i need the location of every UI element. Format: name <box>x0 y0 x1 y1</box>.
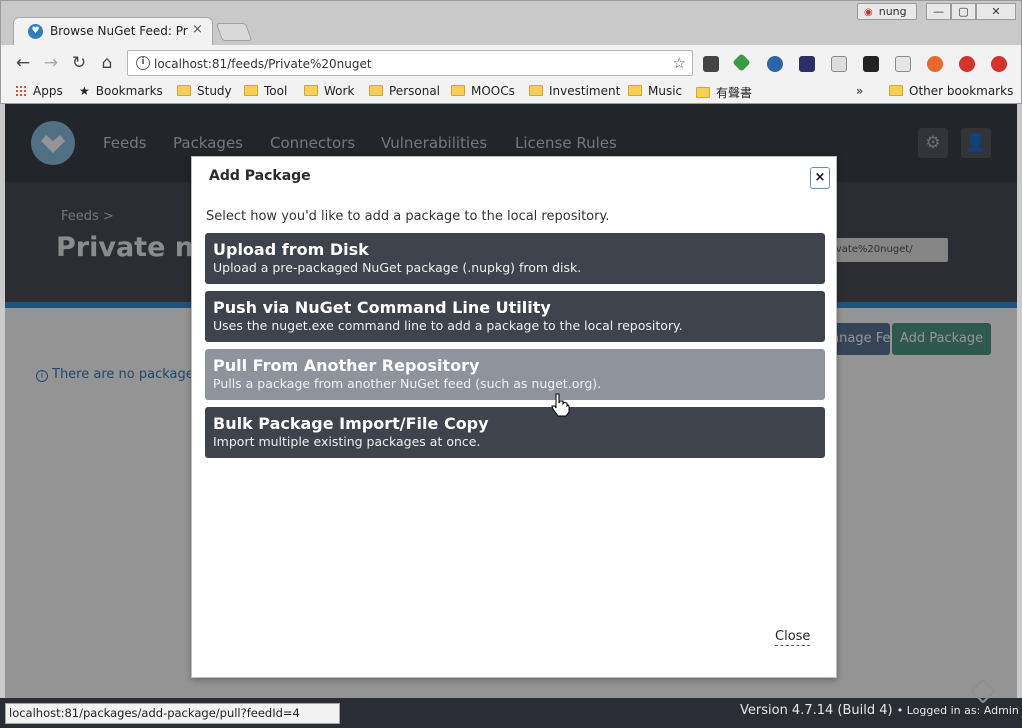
bookmark-folder-tool[interactable]: Tool <box>244 84 287 98</box>
bookmark-folder-moocs[interactable]: MOOCs <box>451 84 515 98</box>
logged-in-text: • Logged in as: Admin <box>896 704 1019 717</box>
bookmark-other-bookmarks[interactable]: Other bookmarks <box>889 84 1013 98</box>
apps-grid-icon <box>15 85 27 97</box>
forward-arrow-icon[interactable]: → <box>41 53 61 73</box>
folder-icon <box>244 85 258 96</box>
option-upload-from-disk[interactable]: Upload from Disk Upload a pre-packaged N… <box>205 233 825 284</box>
profile-name: nung <box>878 5 907 18</box>
option-description: Upload a pre-packaged NuGet package (.nu… <box>213 260 582 275</box>
option-description: Uses the nuget.exe command line to add a… <box>213 318 683 333</box>
bookmark-folder-investiment[interactable]: Investiment <box>529 84 620 98</box>
minimize-button[interactable]: — <box>926 3 951 20</box>
modal-close-link[interactable]: Close <box>775 629 811 646</box>
pocket-extension-icon[interactable] <box>703 56 719 72</box>
option-title: Pull From Another Repository <box>213 356 480 375</box>
extension-up-arrow-icon[interactable] <box>991 56 1007 72</box>
bookmarks-overflow-chevron-icon[interactable]: » <box>856 84 863 98</box>
bookmark-folder-audiobooks[interactable]: 有聲書 <box>696 84 752 101</box>
extension-orange-icon[interactable] <box>927 56 943 72</box>
option-description: Pulls a package from another NuGet feed … <box>213 376 602 391</box>
back-arrow-icon[interactable]: ← <box>13 53 33 73</box>
extension-red-icon[interactable] <box>959 56 975 72</box>
bookmark-folder-personal[interactable]: Personal <box>369 84 440 98</box>
folder-icon <box>889 85 903 96</box>
site-info-icon[interactable]: i <box>136 56 150 70</box>
bookmark-star-icon[interactable]: ☆ <box>673 54 686 72</box>
option-title: Upload from Disk <box>213 240 369 259</box>
version-info: Version 4.7.14 (Build 4) • Logged in as:… <box>740 703 1019 718</box>
bookmark-folder-work[interactable]: Work <box>304 84 354 98</box>
folder-icon <box>304 85 318 96</box>
modal-subtitle: Select how you'd like to add a package t… <box>206 209 610 224</box>
browser-chrome: ♥ Browse NuGet Feed: Private nuget × ◉ nu… <box>0 0 1022 104</box>
option-bulk-package-import[interactable]: Bulk Package Import/File Copy Import mul… <box>205 407 825 458</box>
tab-strip: ♥ Browse NuGet Feed: Private nuget × ◉ nu… <box>1 1 1021 45</box>
version-text: Version 4.7.14 (Build 4) <box>740 703 893 718</box>
folder-icon <box>696 87 710 98</box>
tab-title: Browse NuGet Feed: Private nuget <box>50 24 188 38</box>
folder-icon <box>369 85 383 96</box>
bookmark-apps[interactable]: Apps <box>15 84 63 98</box>
modal-title: Add Package <box>209 168 311 184</box>
option-title: Bulk Package Import/File Copy <box>213 414 489 433</box>
hand-cursor-icon <box>551 393 570 417</box>
folder-icon <box>451 85 465 96</box>
close-window-button[interactable]: ✕ <box>976 3 1016 20</box>
extension-play-icon[interactable] <box>863 56 879 72</box>
extension-copy-icon[interactable] <box>831 56 847 72</box>
evernote-extension-icon[interactable] <box>732 53 751 72</box>
modal-close-icon[interactable]: × <box>810 167 830 189</box>
star-icon: ★ <box>79 84 90 98</box>
bookmarks-bar: Apps ★ Bookmarks Study Tool Work Personal… <box>1 81 1021 103</box>
bookmark-folder-music[interactable]: Music <box>628 84 682 98</box>
url-input[interactable] <box>154 56 654 72</box>
home-icon[interactable]: ⌂ <box>97 53 117 73</box>
profile-button[interactable]: ◉ nung <box>857 3 917 20</box>
bookmark-folder-study[interactable]: Study <box>177 84 232 98</box>
window-frame-right <box>1017 104 1022 698</box>
maximize-button[interactable]: ▢ <box>951 3 976 20</box>
option-push-via-nuget-cli[interactable]: Push via NuGet Command Line Utility Uses… <box>205 291 825 342</box>
bookmark-bookmarks[interactable]: ★ Bookmarks <box>79 84 163 98</box>
extension-y-icon[interactable] <box>767 56 783 72</box>
option-pull-from-another-repository[interactable]: Pull From Another Repository Pulls a pac… <box>205 349 825 400</box>
folder-icon <box>628 85 642 96</box>
browser-tab[interactable]: ♥ Browse NuGet Feed: Private nuget × <box>13 17 213 45</box>
tab-close-icon[interactable]: × <box>192 22 203 37</box>
browser-toolbar: ← → ↻ ⌂ i ☆ <box>1 45 1021 81</box>
address-bar[interactable]: i ☆ <box>127 50 693 76</box>
option-title: Push via NuGet Command Line Utility <box>213 298 551 317</box>
browser-status-url: localhost:81/packages/add-package/pull?f… <box>5 703 340 724</box>
user-icon: ◉ <box>864 7 873 18</box>
extension-night-icon[interactable] <box>799 56 815 72</box>
new-tab-button[interactable] <box>215 23 253 41</box>
proget-favicon-icon: ♥ <box>28 24 43 39</box>
folder-icon <box>177 85 191 96</box>
add-package-modal: Add Package × Select how you'd like to a… <box>191 156 837 678</box>
reload-icon[interactable]: ↻ <box>69 53 89 73</box>
folder-icon <box>529 85 543 96</box>
option-description: Import multiple existing packages at onc… <box>213 434 481 449</box>
extension-reader-icon[interactable] <box>895 56 911 72</box>
